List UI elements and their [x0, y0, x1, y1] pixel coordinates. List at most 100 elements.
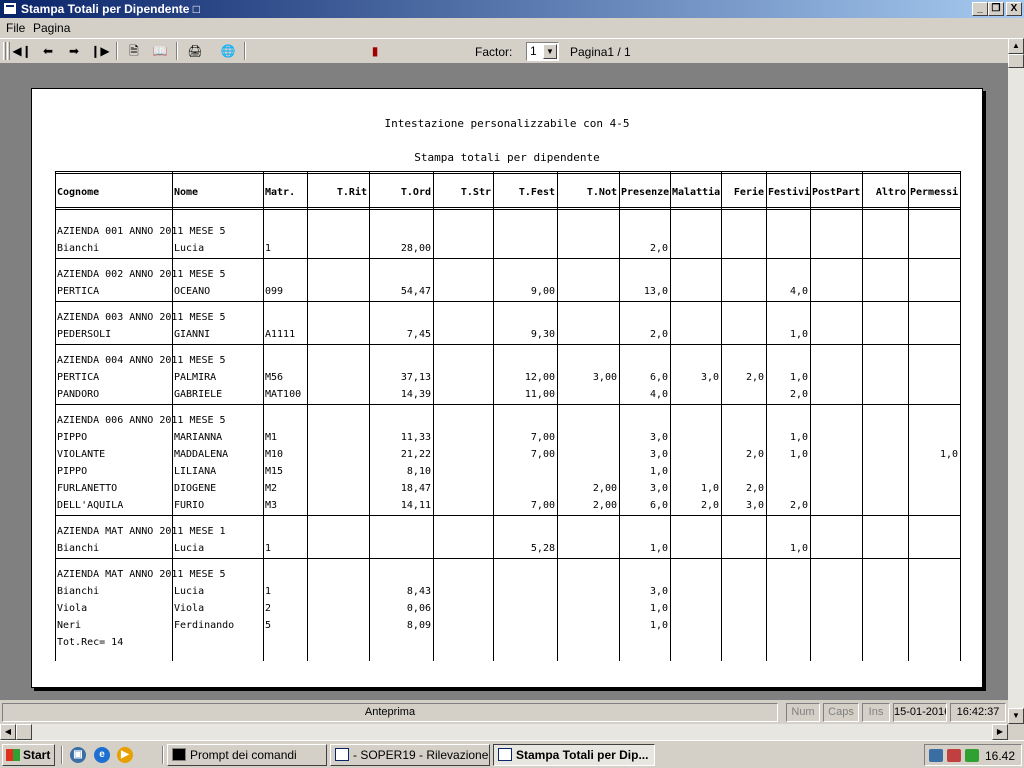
status-caps: Caps [823, 703, 859, 722]
column-header: T.Str [460, 187, 491, 198]
report-subtitle: Stampa totali per dipendente [414, 151, 600, 164]
table-cell: VIOLANTE [57, 449, 106, 460]
table-cell: 12,00 [524, 372, 555, 383]
app-icon [3, 2, 17, 15]
toolbar-grip[interactable] [3, 42, 6, 60]
table-cell: FURLANETTO [57, 483, 118, 494]
toolbar-separator [244, 42, 246, 60]
table-cell: 3,0 [745, 500, 764, 511]
group-header: AZIENDA 002 ANNO 2011 MESE 5 [57, 269, 226, 280]
chevron-down-icon[interactable]: ▼ [543, 44, 557, 59]
table-cell: PERTICA [57, 372, 100, 383]
taskbar-separator [162, 746, 164, 764]
table-cell: 9,00 [530, 286, 555, 297]
media-icon[interactable]: ▶ [117, 747, 133, 763]
task-prompt[interactable]: Prompt dei comandi [167, 744, 327, 766]
status-num: Num [786, 703, 820, 722]
task-stampa[interactable]: Stampa Totali per Dip... [493, 744, 655, 766]
group-header: AZIENDA 003 ANNO 2011 MESE 5 [57, 312, 226, 323]
table-cell: 0,06 [406, 603, 431, 614]
status-bar: Anteprima Num Caps Ins 15-01-2016 16:42:… [0, 700, 1008, 724]
window-icon [335, 748, 349, 761]
table-cell: 1 [265, 243, 272, 254]
factor-select[interactable]: 1 ▼ [526, 42, 559, 61]
column-header: Cognome [57, 187, 100, 198]
menu-file[interactable]: File [6, 21, 25, 35]
table-cell: MAT100 [265, 389, 302, 400]
column-header: Festivi [768, 187, 811, 198]
tray-security-icon[interactable] [965, 749, 979, 762]
close-button[interactable]: X [1006, 2, 1022, 16]
start-button[interactable]: Start [2, 744, 55, 766]
table-cell: 2 [265, 603, 272, 614]
table-cell: 2,0 [649, 243, 668, 254]
table-cell: 1,0 [789, 432, 808, 443]
next-page-icon[interactable]: ➡ [64, 42, 84, 60]
table-cell: 2,0 [649, 329, 668, 340]
prev-page-icon[interactable]: ⬅ [38, 42, 58, 60]
print-icon[interactable]: 🖨 [185, 42, 205, 60]
first-page-icon[interactable]: ◀❙ [12, 42, 32, 60]
table-cell: 1,0 [700, 483, 719, 494]
minimize-button[interactable]: _ [972, 2, 988, 16]
exit-icon[interactable]: ▮ [365, 42, 385, 60]
table-cell: 2,0 [789, 389, 808, 400]
table-cell: 1 [265, 586, 272, 597]
table-cell: LILIANA [174, 466, 217, 477]
toolbar: ◀❙ ⬅ ➡ ❙▶ 🗎 📖 🖨 🌐 ▮ Factor: 1 ▼ Pagina1 … [0, 38, 1008, 64]
preview-area: Intestazione personalizzabile con 4-5 St… [0, 64, 1008, 700]
table-cell: Lucia [174, 586, 205, 597]
column-header: Presenze [621, 187, 670, 198]
export-icon[interactable]: 🌐 [218, 42, 238, 60]
table-cell: GABRIELE [174, 389, 223, 400]
menu-pagina[interactable]: Pagina [33, 21, 70, 35]
scroll-down-icon[interactable]: ▼ [1008, 708, 1024, 724]
table-cell: 1,0 [939, 449, 958, 460]
clock: 16.42 [984, 749, 1015, 763]
restore-button[interactable]: ❐ [988, 2, 1004, 16]
table-cell: M2 [265, 483, 278, 494]
ie-icon[interactable]: e [94, 747, 110, 763]
column-separator [369, 171, 370, 661]
horizontal-scrollbar[interactable]: ◀ ▶ [0, 724, 1008, 740]
tray-app-icon[interactable] [947, 749, 961, 762]
column-separator [721, 171, 722, 661]
column-separator [307, 171, 308, 661]
group-separator [55, 404, 960, 405]
two-page-icon[interactable]: 📖 [150, 42, 170, 60]
table-cell: Lucia [174, 543, 205, 554]
table-cell: PIPPO [57, 466, 88, 477]
total-records: Tot.Rec= 14 [57, 637, 124, 648]
table-cell: 7,00 [530, 500, 555, 511]
group-header: AZIENDA MAT ANNO 2011 MESE 1 [57, 526, 226, 537]
scroll-right-icon[interactable]: ▶ [992, 724, 1008, 740]
header-bottom-rule [55, 207, 960, 210]
toolbar-grip[interactable] [7, 42, 10, 60]
task-label: Stampa Totali per Dip... [516, 748, 649, 762]
vertical-scrollbar[interactable]: ▲ ▼ [1008, 38, 1024, 724]
table-cell: Bianchi [57, 243, 100, 254]
table-cell: Viola [174, 603, 205, 614]
task-soper[interactable]: - SOPER19 - Rilevazione ... [330, 744, 490, 766]
table-cell: Lucia [174, 243, 205, 254]
scroll-left-icon[interactable]: ◀ [0, 724, 16, 740]
single-page-icon[interactable]: 🗎 [124, 42, 144, 60]
table-cell: Viola [57, 603, 88, 614]
toolbar-separator [116, 42, 118, 60]
table-cell: M1 [265, 432, 278, 443]
header-top-rule [55, 171, 960, 174]
network-icon[interactable] [929, 749, 943, 762]
window-icon [498, 748, 512, 761]
group-separator [55, 301, 960, 302]
table-cell: FURIO [174, 500, 205, 511]
column-header: T.Ord [400, 187, 431, 198]
task-label: Prompt dei comandi [190, 748, 297, 762]
last-page-icon[interactable]: ❙▶ [90, 42, 110, 60]
table-cell: 14,39 [400, 389, 431, 400]
desktop-icon[interactable]: ▣ [70, 747, 86, 763]
scroll-up-icon[interactable]: ▲ [1008, 38, 1024, 54]
column-header: Altro [875, 187, 906, 198]
table-cell: 1,0 [649, 620, 668, 631]
hscroll-thumb[interactable] [16, 724, 32, 740]
scroll-thumb[interactable] [1008, 54, 1024, 68]
